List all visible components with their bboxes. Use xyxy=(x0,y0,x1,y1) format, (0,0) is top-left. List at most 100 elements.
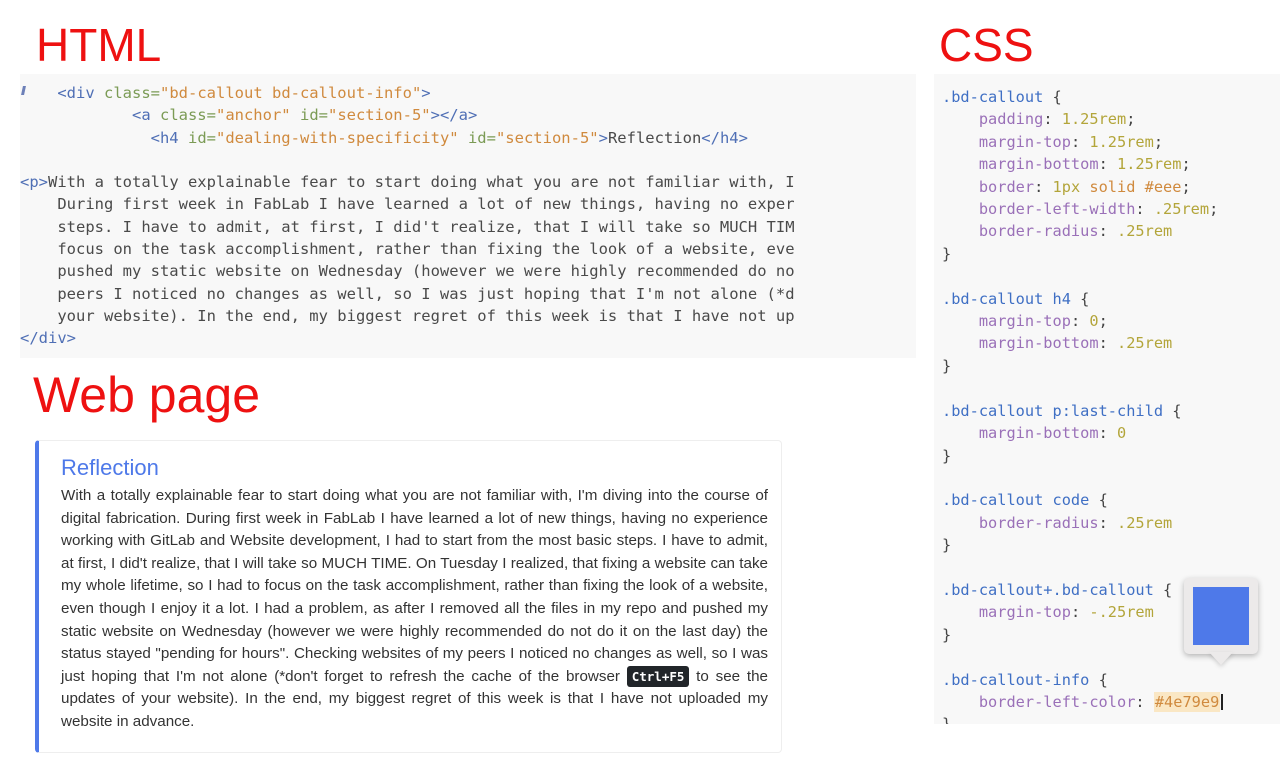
keyboard-shortcut-badge: Ctrl+F5 xyxy=(626,665,690,687)
code-token: > xyxy=(598,128,608,147)
text-cursor xyxy=(1221,693,1223,710)
code-token: : xyxy=(1135,200,1154,219)
code-token: ; xyxy=(1098,312,1108,331)
code-token: : xyxy=(1098,513,1117,532)
css-code-lines: .bd-callout { padding: 1.25rem; margin-t… xyxy=(942,86,1223,724)
code-token: border-left-color xyxy=(942,692,1136,711)
code-token: "section-5" xyxy=(495,128,599,147)
code-token: .bd-callout-info xyxy=(942,670,1099,689)
code-line: margin-bottom: 1.25rem; xyxy=(942,153,1223,175)
code-token: : xyxy=(1034,177,1053,196)
code-token: margin-bottom xyxy=(942,334,1099,353)
code-token: 1.25rem xyxy=(1116,155,1182,174)
code-line: border: 1px solid #eee; xyxy=(942,176,1223,198)
code-line: } xyxy=(942,713,1223,724)
code-token: { xyxy=(1080,289,1090,308)
code-token: { xyxy=(1098,491,1108,510)
code-line: border-left-width: .25rem; xyxy=(942,198,1223,220)
code-token: : xyxy=(1070,312,1090,331)
code-line: padding: 1.25rem; xyxy=(942,108,1223,130)
code-token: ; xyxy=(1153,132,1164,151)
code-token: class= xyxy=(159,106,216,125)
code-line: </div> xyxy=(20,327,795,349)
code-token: "dealing-with-specificity" xyxy=(215,128,468,147)
code-token: : xyxy=(1098,334,1117,353)
code-line: } xyxy=(942,355,1223,377)
code-token: { xyxy=(1163,580,1173,599)
code-token: .25rem xyxy=(1153,200,1210,219)
code-line: steps. I have to admit, at first, I did'… xyxy=(20,216,794,238)
code-token: border-radius xyxy=(942,222,1099,241)
code-line: <div class="bd-callout bd-callout-info"> xyxy=(20,82,795,104)
code-token: 1.25rem xyxy=(1061,110,1127,129)
code-token: : xyxy=(1098,222,1117,241)
code-token: .bd-callout code xyxy=(942,491,1099,510)
code-token: ></a> xyxy=(430,106,478,125)
code-token: During first week in FabLab I have learn… xyxy=(20,195,795,214)
code-line: <p>With a totally explainable fear to st… xyxy=(20,171,795,193)
code-token: 1px xyxy=(1052,177,1090,196)
code-token: id= xyxy=(299,106,328,125)
code-token: .bd-callout p:last-child xyxy=(942,401,1173,420)
code-token: { xyxy=(1172,401,1182,420)
code-token: { xyxy=(1052,88,1062,106)
code-line: } xyxy=(942,445,1223,467)
section-heading-css: CSS xyxy=(939,19,1034,71)
code-token: focus on the task accomplishment, rather… xyxy=(20,240,795,259)
webpage-callout-preview: Reflection With a totally explainable fe… xyxy=(35,440,782,753)
code-token: border xyxy=(942,177,1035,196)
color-swatch[interactable] xyxy=(1193,587,1249,645)
code-token: Reflection xyxy=(607,128,702,147)
code-line: <a class="anchor" id="section-5"></a> xyxy=(20,104,795,126)
code-line: margin-bottom: .25rem xyxy=(942,332,1223,354)
code-token: .bd-callout+.bd-callout xyxy=(942,580,1164,599)
code-token: id= xyxy=(467,128,496,147)
code-token: "section-5" xyxy=(327,106,431,125)
code-line: margin-top: 1.25rem; xyxy=(942,131,1223,153)
code-line: margin-bottom: 0 xyxy=(942,422,1223,444)
code-token: -.25rem xyxy=(1089,603,1154,622)
html-code-editor-panel[interactable]: <div class="bd-callout bd-callout-info">… xyxy=(20,74,916,358)
code-line: <h4 id="dealing-with-specificity" id="se… xyxy=(20,127,795,149)
code-token: .25rem xyxy=(1116,334,1173,353)
code-token: : xyxy=(1043,110,1062,129)
code-token: > xyxy=(421,84,431,102)
code-token: margin-bottom xyxy=(942,424,1099,443)
code-line: margin-top: 0; xyxy=(942,310,1223,332)
screenshot-root: HTML CSS Web page <div class="bd-callout… xyxy=(0,0,1280,772)
code-token: <div xyxy=(20,84,104,102)
code-token: { xyxy=(1098,670,1108,689)
color-picker-popup[interactable] xyxy=(1184,578,1258,654)
code-line: During first week in FabLab I have learn… xyxy=(20,193,795,215)
code-token: 0 xyxy=(1089,312,1099,331)
code-line: focus on the task accomplishment, rather… xyxy=(20,238,795,260)
section-heading-html: HTML xyxy=(36,19,162,71)
code-line: .bd-callout { xyxy=(942,86,1223,108)
code-token: #4e79e9 xyxy=(1153,691,1221,712)
code-token: } xyxy=(942,244,952,263)
code-token: padding xyxy=(942,110,1044,129)
code-token: ; xyxy=(1126,110,1136,129)
code-token: solid #eee xyxy=(1089,177,1182,196)
code-token: .25rem xyxy=(1116,513,1173,532)
code-token: : xyxy=(1135,692,1154,711)
code-token: 1.25rem xyxy=(1089,132,1154,151)
code-token: ; xyxy=(1181,177,1191,196)
code-token: margin-top xyxy=(942,312,1071,331)
code-line: } xyxy=(942,534,1223,556)
code-token: margin-bottom xyxy=(942,155,1099,174)
code-line: margin-top: -.25rem xyxy=(942,601,1223,623)
code-token: margin-top xyxy=(942,132,1071,151)
code-token: : xyxy=(1070,132,1090,151)
code-token: : xyxy=(1098,155,1117,174)
code-token: peers I noticed no changes as well, so I… xyxy=(20,284,795,303)
code-token: <p> xyxy=(20,173,48,192)
code-line: your website). In the end, my biggest re… xyxy=(20,305,794,327)
code-line: } xyxy=(942,243,1223,265)
code-token: .25rem xyxy=(1116,222,1173,241)
code-token: } xyxy=(942,625,952,644)
